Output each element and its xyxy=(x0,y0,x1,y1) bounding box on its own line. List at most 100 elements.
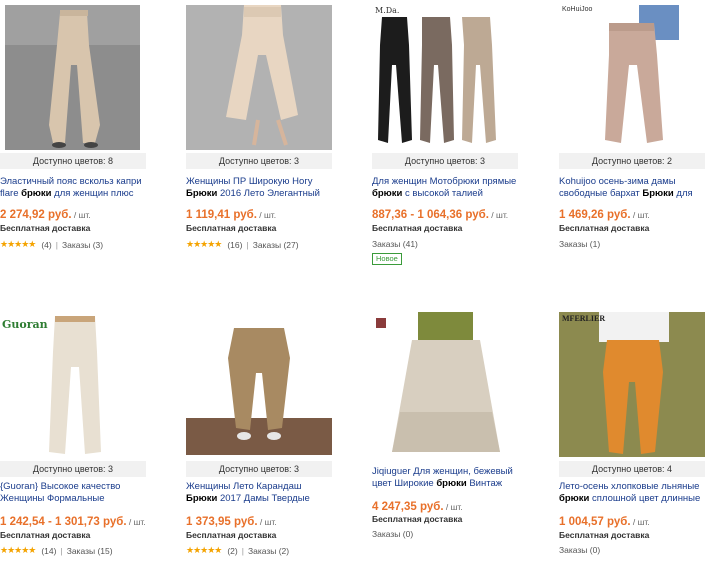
orders-count[interactable]: Заказы (0) xyxy=(372,529,413,539)
orders-count[interactable]: Заказы (3) xyxy=(62,240,103,250)
star-rating-icon: ★★★★★ xyxy=(0,239,36,249)
product-title-link[interactable]: Эластичный пояс вскольз капри flare брюк… xyxy=(0,176,146,200)
product-image[interactable] xyxy=(372,5,518,150)
rating-count[interactable]: (16) xyxy=(227,240,242,250)
star-rating-icon: ★★★★★ xyxy=(0,545,36,555)
price: 1 373,95 руб. / шт. xyxy=(186,516,277,528)
divider: | xyxy=(246,239,249,250)
price: 4 247,35 руб. / шт. xyxy=(372,501,463,513)
product-image[interactable] xyxy=(559,5,705,150)
title-text: Лето-осень хлопковые льняные xyxy=(559,481,700,492)
product-title-link[interactable]: Для женщин Мотобрюки прямые брюки с высо… xyxy=(372,176,518,200)
brand-logo: KoHuiJoo xyxy=(562,6,593,13)
star-rating-icon: ★★★★★ xyxy=(186,239,222,249)
free-shipping: Бесплатная доставка xyxy=(186,530,277,540)
product-photo xyxy=(5,5,140,150)
title-text: {Guoran} Высокое качество Женщины Формал… xyxy=(0,481,121,504)
orders-count[interactable]: Заказы (27) xyxy=(253,240,299,250)
price-value: 1 373,95 руб. xyxy=(186,516,258,528)
title-text: Женщины ПР Широкую Ногу xyxy=(186,176,313,187)
product-image[interactable] xyxy=(5,5,140,150)
price-value: 887,36 - 1 064,36 руб. xyxy=(372,209,489,221)
price-value: 2 274,92 руб. xyxy=(0,209,72,221)
divider: | xyxy=(60,545,63,556)
product-title-link[interactable]: Лето-осень хлопковые льняные брюки сплош… xyxy=(559,481,705,505)
available-colors: Доступно цветов: 3 xyxy=(186,461,332,477)
title-text: Женщины Лето Карандаш xyxy=(186,481,302,492)
star-rating-icon: ★★★★★ xyxy=(186,545,222,555)
product-title-link[interactable]: Женщины Лето Карандаш Брюки 2017 Дамы Тв… xyxy=(186,481,332,505)
product-image[interactable] xyxy=(372,312,518,457)
divider: | xyxy=(241,545,244,556)
rating-row: ★★★★★ (4) | Заказы (3) xyxy=(0,239,103,250)
title-keyword: Брюки xyxy=(642,187,674,199)
new-badge: Новое xyxy=(372,253,402,265)
orders-row: Заказы (0) xyxy=(559,545,600,555)
free-shipping: Бесплатная доставка xyxy=(559,223,650,233)
price: 2 274,92 руб. / шт. xyxy=(0,209,91,221)
rating-count[interactable]: (4) xyxy=(41,240,51,250)
free-shipping: Бесплатная доставка xyxy=(0,223,91,233)
product-photo xyxy=(186,5,332,150)
price-unit: / шт. xyxy=(71,210,91,220)
available-colors: Доступно цветов: 3 xyxy=(0,461,146,477)
orders-count[interactable]: Заказы (0) xyxy=(559,545,600,555)
product-photo xyxy=(372,312,518,457)
orders-count[interactable]: Заказы (15) xyxy=(67,546,113,556)
price-value: 1 469,26 руб. xyxy=(559,209,631,221)
price-value: 1 242,54 - 1 301,73 руб. xyxy=(0,516,127,528)
price-unit: / шт. xyxy=(630,210,650,220)
rating-row: ★★★★★ (14) | Заказы (15) xyxy=(0,545,113,556)
orders-row: Заказы (0) xyxy=(372,529,413,539)
product-image[interactable] xyxy=(186,5,332,150)
price: 1 469,26 руб. / шт. xyxy=(559,209,650,221)
product-image[interactable] xyxy=(559,312,705,457)
product-title-link[interactable]: {Guoran} Высокое качество Женщины Формал… xyxy=(0,481,146,505)
rating-count[interactable]: (2) xyxy=(227,546,237,556)
price-unit: / шт. xyxy=(443,502,463,512)
brand-logo: MFERLIER xyxy=(562,314,606,323)
title-text: 2017 Дамы Твердые xyxy=(217,492,310,504)
price-unit: / шт. xyxy=(126,517,146,527)
price: 887,36 - 1 064,36 руб. / шт. xyxy=(372,209,508,221)
title-keyword: брюки xyxy=(372,187,403,199)
rating-row: ★★★★★ (2) | Заказы (2) xyxy=(186,545,289,556)
product-photo xyxy=(186,318,332,455)
product-title-link[interactable]: Kohuijoo осень-зима дамы свободные барха… xyxy=(559,176,705,200)
available-colors: Доступно цветов: 3 xyxy=(186,153,332,169)
product-photo xyxy=(559,5,705,150)
rating-row: ★★★★★ (16) | Заказы (27) xyxy=(186,239,299,250)
free-shipping: Бесплатная доставка xyxy=(372,223,463,233)
orders-count[interactable]: Заказы (2) xyxy=(248,546,289,556)
title-text: для xyxy=(673,187,693,199)
price-unit: / шт. xyxy=(488,210,509,220)
available-colors: Доступно цветов: 3 xyxy=(372,153,518,169)
product-title-link[interactable]: Женщины ПР Широкую Ногу Брюки 2016 Лето … xyxy=(186,176,332,200)
free-shipping: Бесплатная доставка xyxy=(186,223,277,233)
title-keyword: брюки xyxy=(436,477,467,489)
product-image[interactable] xyxy=(186,318,332,455)
price-value: 1 004,57 руб. xyxy=(559,516,631,528)
product-photo xyxy=(5,312,140,457)
title-text: Для женщин Мотобрюки прямые xyxy=(372,176,517,187)
title-text: сплошной цвет длинные xyxy=(589,492,701,504)
available-colors: Доступно цветов: 4 xyxy=(559,461,705,477)
orders-count[interactable]: Заказы (41) xyxy=(372,239,418,249)
price-value: 1 119,41 руб. xyxy=(186,209,257,221)
orders-row: Заказы (41) xyxy=(372,239,418,249)
divider: | xyxy=(55,239,58,250)
brand-logo: M.Da. xyxy=(375,6,400,15)
title-text: для женщин плюс xyxy=(51,187,134,199)
orders-count[interactable]: Заказы (1) xyxy=(559,239,600,249)
title-keyword: Брюки xyxy=(186,187,218,199)
title-text: 2016 Лето Элегантный xyxy=(217,187,320,199)
rating-count[interactable]: (14) xyxy=(41,546,56,556)
price-value: 4 247,35 руб. xyxy=(372,501,444,513)
product-title-link[interactable]: Jiqiuguer Для женщин, бежевый цвет Широк… xyxy=(372,466,518,490)
free-shipping: Бесплатная доставка xyxy=(559,530,650,540)
free-shipping: Бесплатная доставка xyxy=(372,514,463,524)
price: 1 004,57 руб. / шт. xyxy=(559,516,650,528)
product-image[interactable] xyxy=(5,312,140,457)
title-keyword: брюки xyxy=(21,187,52,199)
price-unit: / шт. xyxy=(256,210,277,220)
